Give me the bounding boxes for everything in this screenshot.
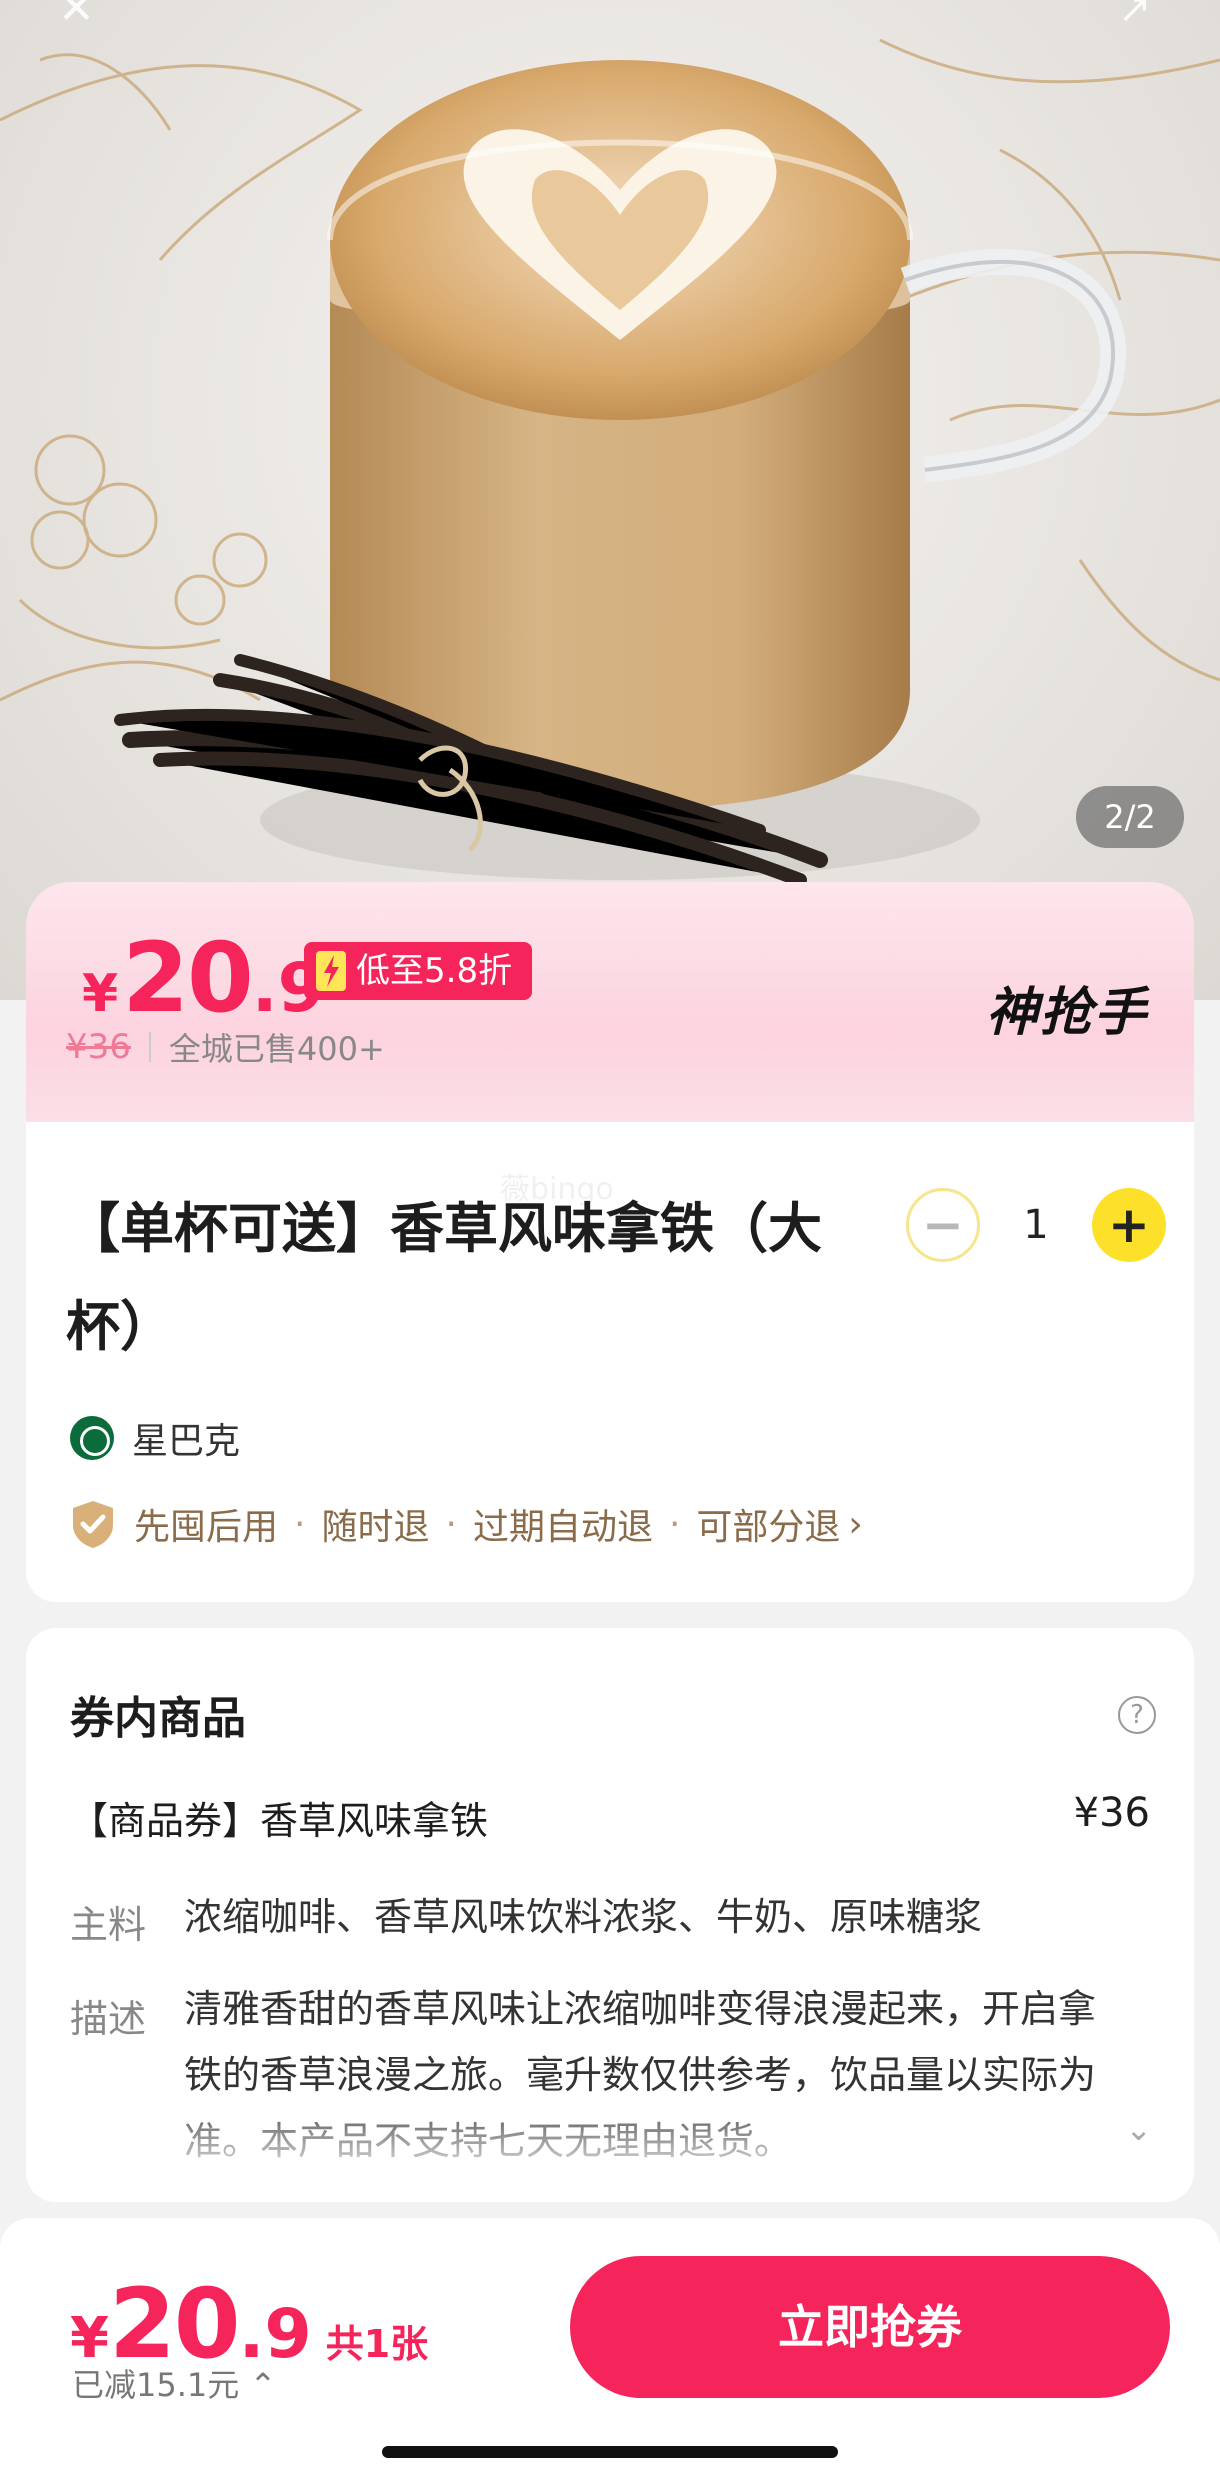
policy-separator: · <box>294 1503 306 1545</box>
price-banner: ¥ 20 .9 低至5.8折 ¥36 全城已售400+ 神抢手 <box>26 882 1194 1132</box>
increase-button[interactable]: + <box>1092 1188 1166 1262</box>
section-title: 券内商品 <box>70 1693 246 1744</box>
brand-logo: 神抢手 <box>985 983 1148 1043</box>
policy-separator: · <box>445 1503 457 1545</box>
saved-amount[interactable]: 已减15.1元 ⌃ <box>72 2360 276 2406</box>
quantity-stepper: − 1 + <box>906 1188 1166 1262</box>
voucher-item-price: ¥36 <box>1073 1790 1150 1836</box>
discount-text: 低至5.8折 <box>356 951 513 991</box>
currency-symbol: ¥ <box>82 964 119 1024</box>
policy-4: 可部分退 <box>696 1507 841 1548</box>
discount-badge: 低至5.8折 <box>304 942 533 1000</box>
original-price: ¥36 <box>66 1027 131 1067</box>
chevron-right-icon: › <box>848 1503 863 1545</box>
ingredients-label: 主料 <box>70 1903 147 1947</box>
page-indicator: 2/2 <box>1076 786 1184 848</box>
sale-price: ¥ 20 .9 <box>82 922 325 1034</box>
voucher-item-name: 【商品券】香草风味拿铁 <box>70 1799 489 1843</box>
product-title: 【单杯可送】香草风味拿铁（大杯） <box>66 1197 822 1358</box>
price-sub-row: ¥36 全城已售400+ <box>66 1024 385 1070</box>
lightning-icon <box>316 951 346 991</box>
store-name: 星巴克 <box>132 1421 241 1462</box>
store-row[interactable]: 星巴克 <box>70 1412 240 1464</box>
policy-1: 先囤后用 <box>134 1507 279 1548</box>
product-info-card: 薇bingo 【单杯可送】香草风味拿铁（大杯） − 1 + 星巴克 先囤后用 ·… <box>26 1122 1194 1602</box>
quantity-value: 1 <box>1023 1202 1049 1248</box>
help-icon[interactable]: ? <box>1118 1696 1156 1734</box>
home-indicator[interactable] <box>382 2446 838 2458</box>
voucher-count: 共1张 <box>325 2322 429 2366</box>
latte-product-image <box>0 38 1220 887</box>
bottom-action-bar: ¥ 20 .9 共1张 已减15.1元 ⌃ 立即抢券 <box>0 2218 1220 2477</box>
sold-count: 全城已售400+ <box>168 1030 385 1068</box>
text-fade-overlay <box>26 2092 1194 2202</box>
description-label: 描述 <box>70 1997 147 2041</box>
refund-policy-row[interactable]: 先囤后用 · 随时退 · 过期自动退 · 可部分退 › <box>70 1498 863 1550</box>
price-integer: 20 <box>122 922 254 1034</box>
policy-3: 过期自动退 <box>472 1507 653 1548</box>
chevron-up-icon: ⌃ <box>249 2366 277 2404</box>
buy-now-button[interactable]: 立即抢券 <box>570 2256 1170 2398</box>
decrease-button[interactable]: − <box>906 1188 980 1262</box>
chevron-down-icon[interactable]: ⌄ <box>1125 2110 1152 2148</box>
ingredients-value: 浓缩咖啡、香草风味饮料浓浆、牛奶、原味糖浆 <box>184 1895 983 1939</box>
divider <box>148 1032 151 1062</box>
policy-2: 随时退 <box>321 1507 430 1548</box>
voucher-items-card: 券内商品 ? 【商品券】香草风味拿铁 ¥36 主料 浓缩咖啡、香草风味饮料浓浆、… <box>26 1628 1194 2202</box>
close-icon[interactable]: ✕ <box>58 0 108 31</box>
shield-check-icon <box>73 1501 113 1548</box>
policy-separator: · <box>668 1503 681 1545</box>
share-icon[interactable]: ↗ <box>1118 0 1168 29</box>
starbucks-logo-icon <box>70 1416 114 1460</box>
saved-text: 已减15.1元 <box>72 2366 240 2404</box>
product-image-carousel[interactable]: ✕ ↗ 2/2 <box>0 0 1220 1000</box>
